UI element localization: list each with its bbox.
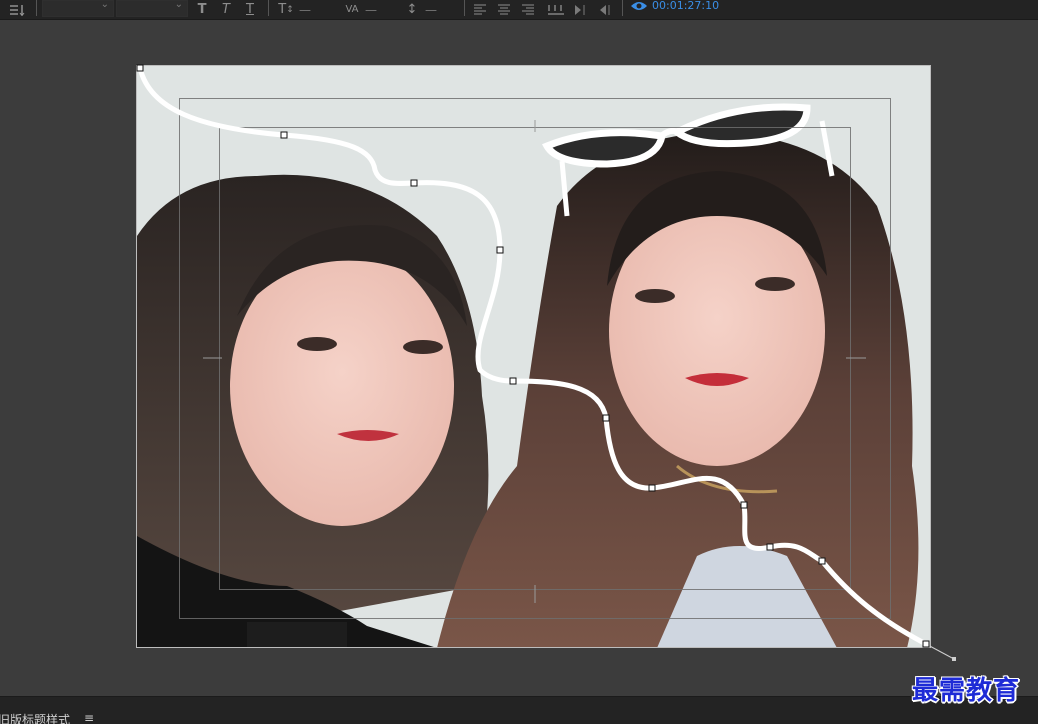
crawl-icon[interactable] bbox=[596, 0, 614, 19]
roll-icon[interactable] bbox=[572, 0, 590, 19]
font-size-icon[interactable]: T ↕ bbox=[276, 0, 296, 19]
bold-icon[interactable]: T bbox=[194, 0, 210, 19]
font-family-dropdown[interactable]: ⌄ bbox=[42, 0, 114, 17]
list-icon[interactable] bbox=[6, 0, 28, 19]
legacy-title-styles-panel: 旧版标题样式 ≡ bbox=[0, 696, 1038, 724]
leading-icon[interactable]: ↕ bbox=[404, 0, 420, 19]
underline-icon[interactable]: T bbox=[242, 0, 258, 19]
font-style-dropdown[interactable]: ⌄ bbox=[116, 0, 188, 17]
align-right-icon[interactable] bbox=[520, 0, 536, 19]
photo-illustration bbox=[137, 66, 931, 648]
title-designer-window: ⌄ ⌄ T T T T ↕ — VA — ↕ — 00:01:27:10 旧版标… bbox=[0, 0, 1038, 724]
panel-menu-icon[interactable]: ≡ bbox=[84, 711, 94, 724]
font-size-value[interactable]: — bbox=[298, 0, 312, 19]
align-left-icon[interactable] bbox=[472, 0, 488, 19]
video-frame bbox=[137, 66, 931, 648]
title-toolbar: ⌄ ⌄ T T T T ↕ — VA — ↕ — 00:01:27:10 bbox=[0, 0, 1038, 20]
align-center-icon[interactable] bbox=[496, 0, 512, 19]
tab-stops-icon[interactable] bbox=[546, 0, 566, 19]
kerning-icon[interactable]: VA bbox=[342, 0, 362, 19]
eye-icon[interactable] bbox=[630, 0, 648, 12]
timecode[interactable]: 00:01:27:10 bbox=[652, 0, 719, 14]
panel-title[interactable]: 旧版标题样式 bbox=[0, 711, 70, 724]
kerning-value[interactable]: — bbox=[364, 0, 378, 19]
watermark-logo: 最需教育 bbox=[912, 676, 1021, 706]
bezier-handle[interactable] bbox=[952, 657, 956, 661]
italic-icon[interactable]: T bbox=[218, 0, 234, 19]
leading-value[interactable]: — bbox=[424, 0, 438, 19]
